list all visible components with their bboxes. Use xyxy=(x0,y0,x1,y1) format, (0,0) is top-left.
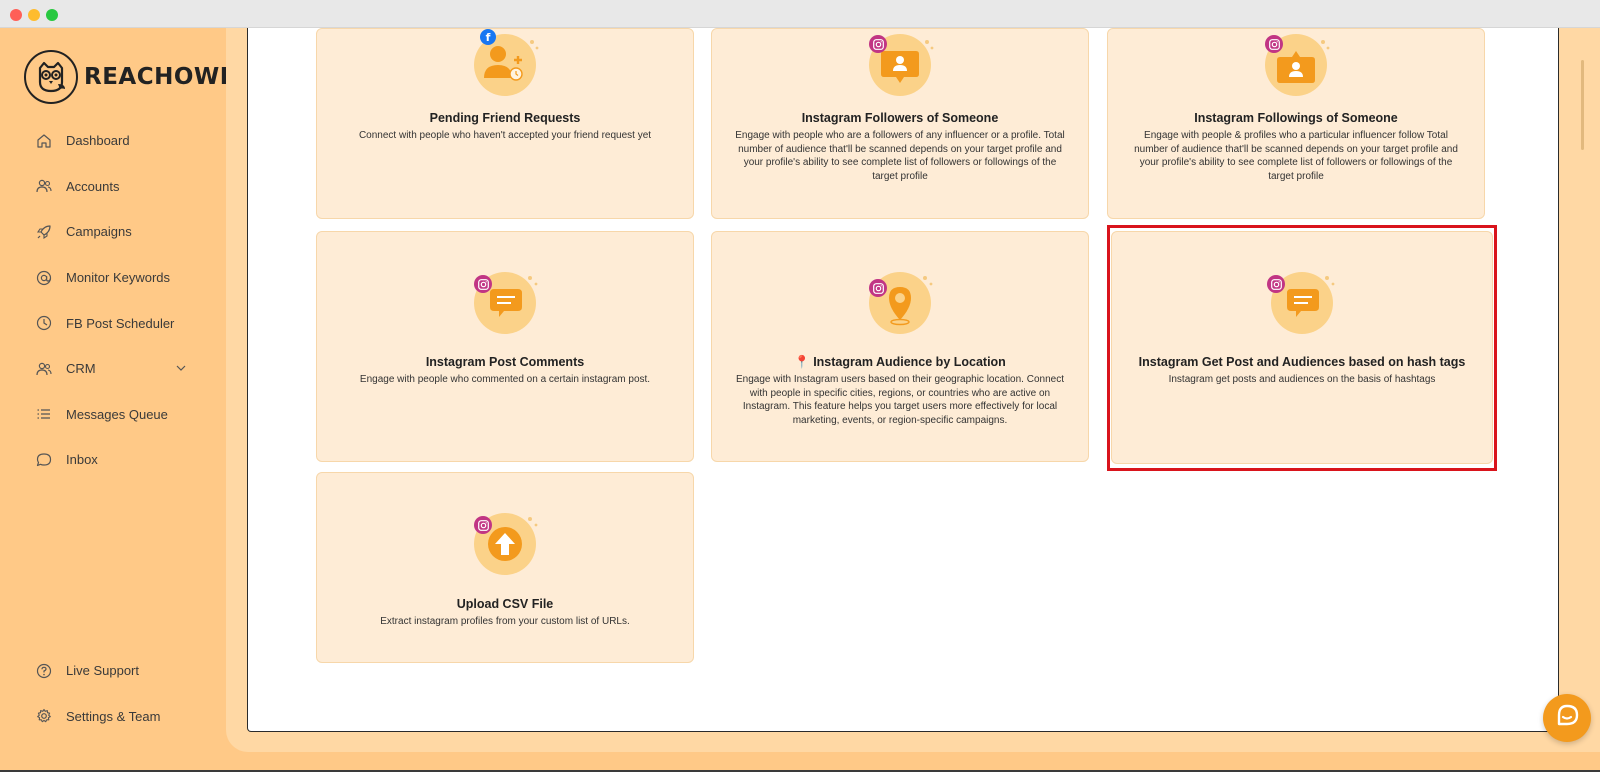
users-icon xyxy=(36,178,52,194)
sidebar-item-settings-team[interactable]: Settings & Team xyxy=(0,694,226,740)
sidebar-item-label: Inbox xyxy=(66,452,98,468)
chat-bubble-icon xyxy=(1554,703,1580,734)
sidebar-item-label: Live Support xyxy=(66,663,139,679)
list-icon xyxy=(36,406,52,422)
sidebar-item-monitor-keywords[interactable]: Monitor Keywords xyxy=(0,255,226,301)
help-icon xyxy=(36,663,52,679)
app-window: REACHOWL Dashboard Accounts Campaigns Mo… xyxy=(0,0,1600,772)
card-instagram-post-comments[interactable]: Instagram Post Comments Engage with peop… xyxy=(316,231,694,462)
card-instagram-audience-by-location[interactable]: 📍 Instagram Audience by Location Engage … xyxy=(711,231,1089,462)
card-title: Instagram Post Comments xyxy=(425,355,585,369)
title-bar xyxy=(0,0,1600,28)
chevron-down-icon[interactable] xyxy=(174,361,188,375)
card-description: Engage with people who commented on a ce… xyxy=(359,374,651,385)
brand-name: REACHOWL xyxy=(84,64,235,90)
card-title: Pending Friend Requests xyxy=(429,111,581,125)
brand-logo[interactable]: REACHOWL xyxy=(24,50,235,104)
instagram-badge-icon xyxy=(474,516,492,534)
sidebar-item-accounts[interactable]: Accounts xyxy=(0,164,226,210)
sidebar-item-live-support[interactable]: Live Support xyxy=(0,648,226,694)
card-description: Engage with Instagram users based on the… xyxy=(736,374,1064,426)
card-title: Instagram Followings of Someone xyxy=(1194,111,1398,125)
card-instagram-followings[interactable]: Instagram Followings of Someone Engage w… xyxy=(1107,28,1485,219)
card-title: Upload CSV File xyxy=(456,597,554,611)
instagram-badge-icon xyxy=(1265,35,1283,53)
sidebar-nav: Dashboard Accounts Campaigns Monitor Key… xyxy=(0,118,226,483)
maximize-window-button[interactable] xyxy=(46,9,58,21)
instagram-badge-icon xyxy=(869,35,887,53)
clock-icon xyxy=(36,315,52,331)
sidebar-item-dashboard[interactable]: Dashboard xyxy=(0,118,226,164)
home-icon xyxy=(36,133,52,149)
card-description: Instagram get posts and audiences on the… xyxy=(1168,374,1436,385)
card-instagram-hashtags[interactable]: Instagram Get Post and Audiences based o… xyxy=(1111,231,1493,464)
sidebar-item-label: Settings & Team xyxy=(66,708,161,724)
sidebar-item-campaigns[interactable]: Campaigns xyxy=(0,209,226,255)
card-description: Extract instagram profiles from your cus… xyxy=(380,616,630,627)
card-description: Engage with people & profiles who a part… xyxy=(1134,130,1458,182)
sidebar-item-label: Accounts xyxy=(66,178,120,194)
sidebar-item-fb-post-scheduler[interactable]: FB Post Scheduler xyxy=(0,300,226,346)
card-instagram-followers[interactable]: Instagram Followers of Someone Engage wi… xyxy=(711,28,1089,219)
sidebar-item-label: Dashboard xyxy=(66,133,130,149)
rocket-icon xyxy=(36,224,52,240)
sidebar-item-crm[interactable]: CRM xyxy=(0,346,226,392)
scrollbar[interactable] xyxy=(1581,60,1584,150)
minimize-window-button[interactable] xyxy=(28,9,40,21)
instagram-badge-icon xyxy=(474,275,492,293)
facebook-badge-icon: f xyxy=(480,29,496,45)
card-description: Engage with people who are a followers o… xyxy=(735,130,1065,182)
at-icon xyxy=(36,270,52,286)
card-upload-csv-file[interactable]: Upload CSV File Extract instagram profil… xyxy=(316,472,694,663)
sidebar-item-label: Campaigns xyxy=(66,224,132,240)
sidebar-item-label: Monitor Keywords xyxy=(66,270,171,286)
owl-logo-icon xyxy=(24,50,78,104)
card-title: Instagram Followers of Someone xyxy=(801,111,999,125)
close-window-button[interactable] xyxy=(10,9,22,21)
card-title: Instagram Get Post and Audiences based o… xyxy=(1138,355,1466,369)
sidebar-item-messages-queue[interactable]: Messages Queue xyxy=(0,392,226,438)
sidebar-item-label: FB Post Scheduler xyxy=(66,315,175,331)
card-description: Connect with people who haven't accepted… xyxy=(358,130,652,141)
sidebar-item-label: CRM xyxy=(66,361,96,377)
instagram-badge-icon xyxy=(1267,275,1285,293)
sidebar-bottom-nav: Live Support Settings & Team xyxy=(0,648,226,739)
card-pending-friend-requests[interactable]: f Pending Friend Requests Connect with p… xyxy=(316,28,694,219)
card-title: 📍 Instagram Audience by Location xyxy=(794,355,1006,369)
sidebar-item-label: Messages Queue xyxy=(66,406,168,422)
gear-icon xyxy=(36,708,52,724)
live-chat-button[interactable] xyxy=(1543,694,1591,742)
sidebar: REACHOWL Dashboard Accounts Campaigns Mo… xyxy=(0,28,234,772)
instagram-badge-icon xyxy=(869,279,887,297)
sidebar-item-inbox[interactable]: Inbox xyxy=(0,437,226,483)
chat-icon xyxy=(36,452,52,468)
users-icon xyxy=(36,361,52,377)
